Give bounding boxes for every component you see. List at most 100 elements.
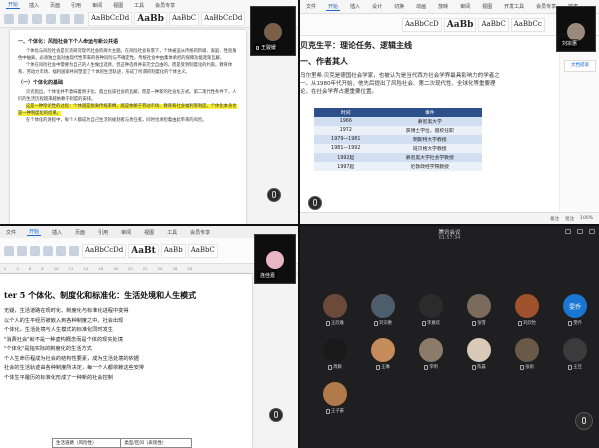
ribbon-tab[interactable]: 工具 — [165, 229, 179, 236]
menu-tab[interactable]: 文件 — [304, 3, 318, 10]
font-size-icon[interactable] — [43, 245, 53, 256]
ribbon-tab[interactable]: 插入 — [27, 2, 41, 9]
participant-name-text: 李明 — [429, 365, 438, 370]
style-gallery[interactable]: AaBbCcDd AaBb AaBbC AaBbCcDd — [88, 12, 246, 26]
ribbon-tab[interactable]: 引用 — [69, 2, 83, 9]
italic-icon[interactable] — [60, 14, 70, 24]
ribbon-tab[interactable]: 开始 — [27, 228, 42, 236]
body-line: "消费社会"就不是一种虚构概念而是个体的现实处境 — [4, 336, 123, 343]
menu-tab[interactable]: 切换 — [392, 3, 406, 10]
ribbon-tab[interactable]: 引用 — [96, 229, 110, 236]
style-swatch[interactable]: AaBt — [128, 243, 159, 258]
participant-name-text: 陈晨 — [477, 365, 486, 370]
camera-tile[interactable]: 刘宗惠 — [556, 6, 596, 52]
document-page[interactable]: ter 5 个体化、制度化和标准化：生活处境和人生模式 无疑，生活道路在现时化、… — [0, 274, 252, 448]
participant-tile[interactable]: 李嘉欣 — [411, 294, 451, 326]
mic-overlay[interactable] — [258, 394, 294, 434]
status-item[interactable]: 批注 — [565, 216, 574, 222]
font-icon[interactable] — [32, 14, 42, 24]
ribbon-tab[interactable]: 开始 — [6, 1, 21, 9]
participant-tile[interactable]: 刘宗惠 — [363, 294, 403, 326]
menu-tab[interactable]: 开发工具 — [502, 3, 526, 10]
minimize-icon[interactable] — [565, 229, 571, 234]
camera-tile[interactable]: 连佳嘉 — [254, 234, 296, 284]
mic-overlay[interactable] — [254, 170, 294, 214]
underline-icon[interactable] — [74, 14, 84, 24]
paste-icon[interactable] — [4, 14, 14, 24]
status-bar: 备注 批注 100% — [300, 212, 599, 224]
ribbon-tab[interactable]: 插入 — [50, 229, 64, 236]
ribbon-tab[interactable]: 会员专享 — [188, 229, 212, 236]
participant-tile[interactable]: 李明 — [411, 338, 451, 370]
participant-tile[interactable]: 王欣雅 — [315, 294, 355, 326]
participant-tile[interactable]: 周颖 — [315, 338, 355, 370]
paragraph: 个体化与风险社会是贝克研究现代社会的两大主题。在风险社会背景下，个体被迫从传统的… — [18, 49, 237, 61]
mic-icon[interactable] — [308, 196, 322, 210]
extract-button[interactable]: 文档提取 — [564, 60, 596, 72]
participant-tile[interactable]: 王琳 — [363, 338, 403, 370]
ribbon-tab[interactable]: 文件 — [4, 229, 18, 236]
participant-tile[interactable]: 张雪 — [459, 294, 499, 326]
ribbon-tab[interactable]: 视图 — [142, 229, 156, 236]
ribbon-tab[interactable]: 审阅 — [90, 2, 104, 9]
style-swatch[interactable]: AaBbCcDd — [88, 12, 133, 26]
style-gallery[interactable]: AaBbCcDd AaBt AaBb AaBbC — [82, 243, 218, 258]
menu-tab[interactable]: 开始 — [326, 3, 341, 11]
menu-tab[interactable]: 插入 — [348, 3, 362, 10]
maximize-icon[interactable] — [577, 229, 583, 234]
menu-tab[interactable]: 放映 — [436, 3, 450, 10]
ribbon-tab[interactable]: 工具 — [132, 2, 146, 9]
participant-tile[interactable]: 陈晨 — [459, 338, 499, 370]
menu-tab[interactable]: 视图 — [480, 3, 494, 10]
style-swatch[interactable]: AaBbC — [187, 243, 218, 258]
mic-overlay[interactable] — [300, 178, 330, 212]
mic-icon — [568, 364, 573, 370]
menu-tab[interactable]: 设计 — [370, 3, 384, 10]
participant-tile[interactable]: 雯乔 雯乔 — [555, 294, 595, 326]
ribbon-tab[interactable]: 审阅 — [119, 229, 133, 236]
bold-icon[interactable] — [46, 14, 56, 24]
paste-icon[interactable] — [4, 245, 14, 256]
status-item[interactable]: 备注 — [550, 216, 559, 222]
mic-icon[interactable] — [575, 412, 593, 430]
table-row: 1981—1992 班贝格大学教授 — [314, 144, 482, 153]
style-swatch[interactable]: AaBb — [160, 243, 186, 258]
menu-tab[interactable]: 审阅 — [458, 3, 472, 10]
document-page[interactable]: 一、个体化：风险社会下个人命运与新公共语 个体化与风险社会是贝克研究现代社会的两… — [10, 30, 246, 224]
status-item[interactable]: 100% — [580, 216, 593, 221]
align-icon[interactable] — [69, 245, 79, 256]
table-row: 1966 慕尼黑大学 — [314, 117, 482, 126]
style-swatch[interactable]: AaBbCcDd — [82, 243, 127, 258]
avatar — [264, 23, 282, 41]
slide-canvas[interactable]: 贝克生平：理论任务、逻辑主线 一、作者其人 乌尔里希·贝克是德国社会学家，也被认… — [300, 36, 559, 212]
participant-name-text: 王子豪 — [331, 409, 344, 414]
style-swatch[interactable]: AaBbC — [168, 12, 200, 26]
font-icon[interactable] — [30, 245, 40, 256]
cut-icon[interactable] — [17, 245, 27, 256]
mic-icon[interactable] — [267, 188, 281, 202]
bold-icon[interactable] — [56, 245, 66, 256]
format-painter-icon[interactable] — [18, 14, 28, 24]
style-gallery[interactable]: AaBbCcD AaBb AaBbC AaBbCc — [402, 17, 545, 32]
menu-tab[interactable]: 动画 — [414, 3, 428, 10]
body-line: 以个人的生平经历被嵌入到各种制度之中。社会出现 — [4, 317, 124, 324]
menu-tab[interactable]: 会员专享 — [534, 3, 558, 10]
ribbon-tab[interactable]: 页面 — [73, 229, 87, 236]
style-swatch[interactable]: AaBb — [134, 12, 167, 26]
participant-tile[interactable]: 刘欣怡 — [507, 294, 547, 326]
participant-name-text: 刘宗惠 — [562, 41, 578, 47]
close-icon[interactable] — [589, 229, 595, 234]
mic-icon — [518, 320, 523, 326]
participant-tile[interactable]: 王佳 — [555, 338, 595, 370]
meeting-timer: 01:57:34 — [438, 236, 461, 241]
participant-tile[interactable]: 张雨 — [507, 338, 547, 370]
participant-name: 王欣雅 — [315, 320, 355, 326]
ribbon-tab[interactable]: 视图 — [111, 2, 125, 9]
shared-screen-presentation: 文件开始插入设计切换动画放映审阅视图开发工具会员专享效率 AaBbCcDAaBb… — [300, 0, 599, 224]
camera-tile[interactable]: 王骏媛 — [250, 6, 296, 56]
ribbon-tab[interactable]: 页面 — [48, 2, 62, 9]
participant-tile[interactable]: 王子豪 — [315, 382, 355, 414]
style-swatch[interactable]: AaBbCcDd — [201, 12, 246, 26]
ribbon-tab[interactable]: 会员专享 — [153, 2, 177, 9]
mic-icon[interactable] — [269, 408, 283, 422]
